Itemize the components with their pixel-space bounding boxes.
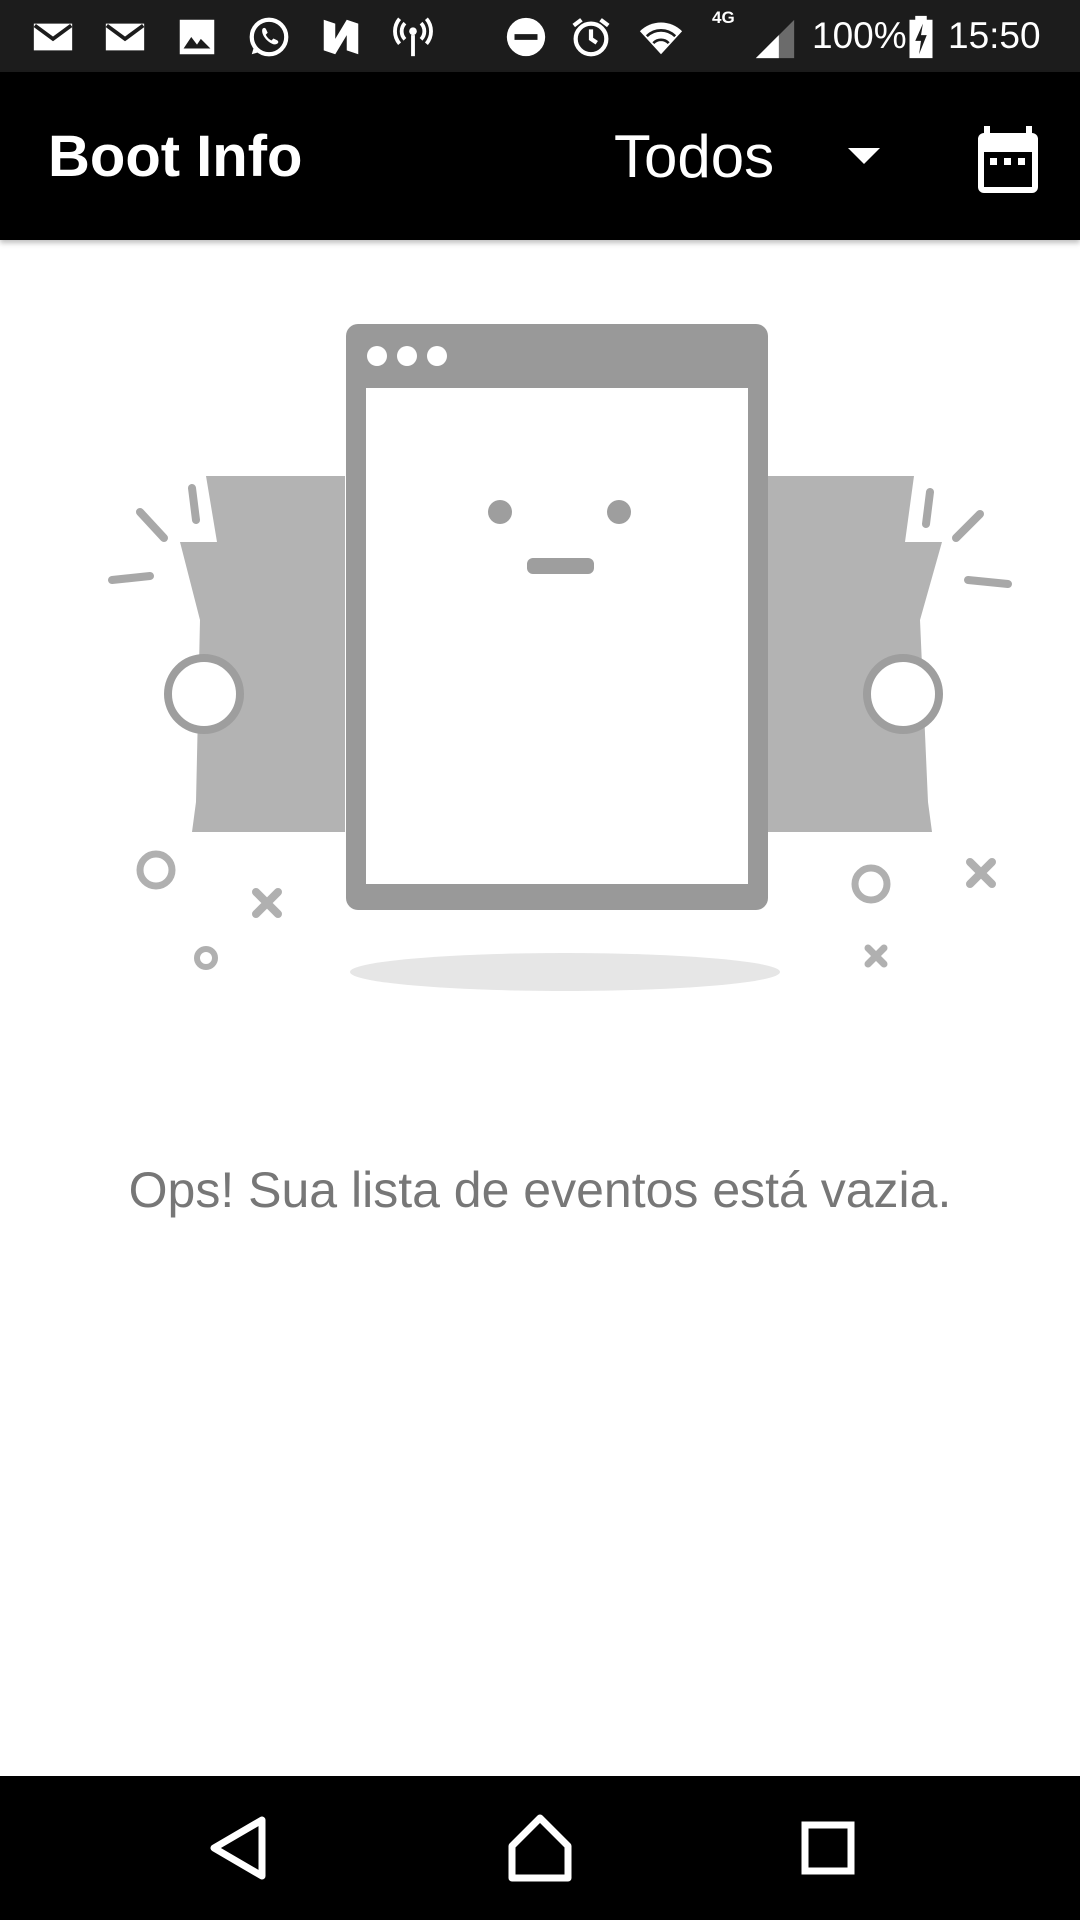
- recents-icon[interactable]: [778, 1798, 878, 1898]
- empty-list-message: Ops! Sua lista de eventos está vazia.: [128, 1162, 952, 1218]
- signal-icon: [755, 19, 795, 59]
- calendar-icon: [978, 126, 1038, 193]
- clock: 15:50: [948, 15, 1041, 56]
- n-app-icon: [323, 19, 359, 55]
- wifi-icon: [639, 22, 683, 55]
- app-bar: Boot Info Todos: [0, 72, 1080, 240]
- empty-browser-illustration: [108, 324, 1012, 991]
- home-icon[interactable]: [490, 1798, 590, 1898]
- status-bar: 4G 100% 15:50: [0, 0, 1080, 72]
- mail-icon: [33, 23, 73, 51]
- back-icon[interactable]: [190, 1798, 290, 1898]
- whatsapp-icon: [249, 17, 289, 57]
- calendar-button[interactable]: [968, 122, 1048, 202]
- app-title: Boot Info: [48, 124, 303, 189]
- battery-charging-icon: [909, 15, 933, 59]
- battery-percent: 100%: [812, 15, 907, 56]
- mail-icon: [105, 23, 145, 51]
- navigation-bar: [0, 1776, 1080, 1920]
- event-list-empty-state: Ops! Sua lista de eventos está vazia.: [0, 240, 1080, 1776]
- image-icon: [179, 19, 215, 55]
- event-filter-dropdown[interactable]: Todos: [600, 112, 900, 202]
- do-not-disturb-icon: [506, 17, 546, 57]
- event-filter-value: Todos: [614, 123, 775, 190]
- chevron-down-icon: [848, 148, 880, 164]
- hotspot-icon: [393, 17, 433, 57]
- alarm-icon: [572, 18, 610, 57]
- network-type: 4G: [712, 8, 735, 27]
